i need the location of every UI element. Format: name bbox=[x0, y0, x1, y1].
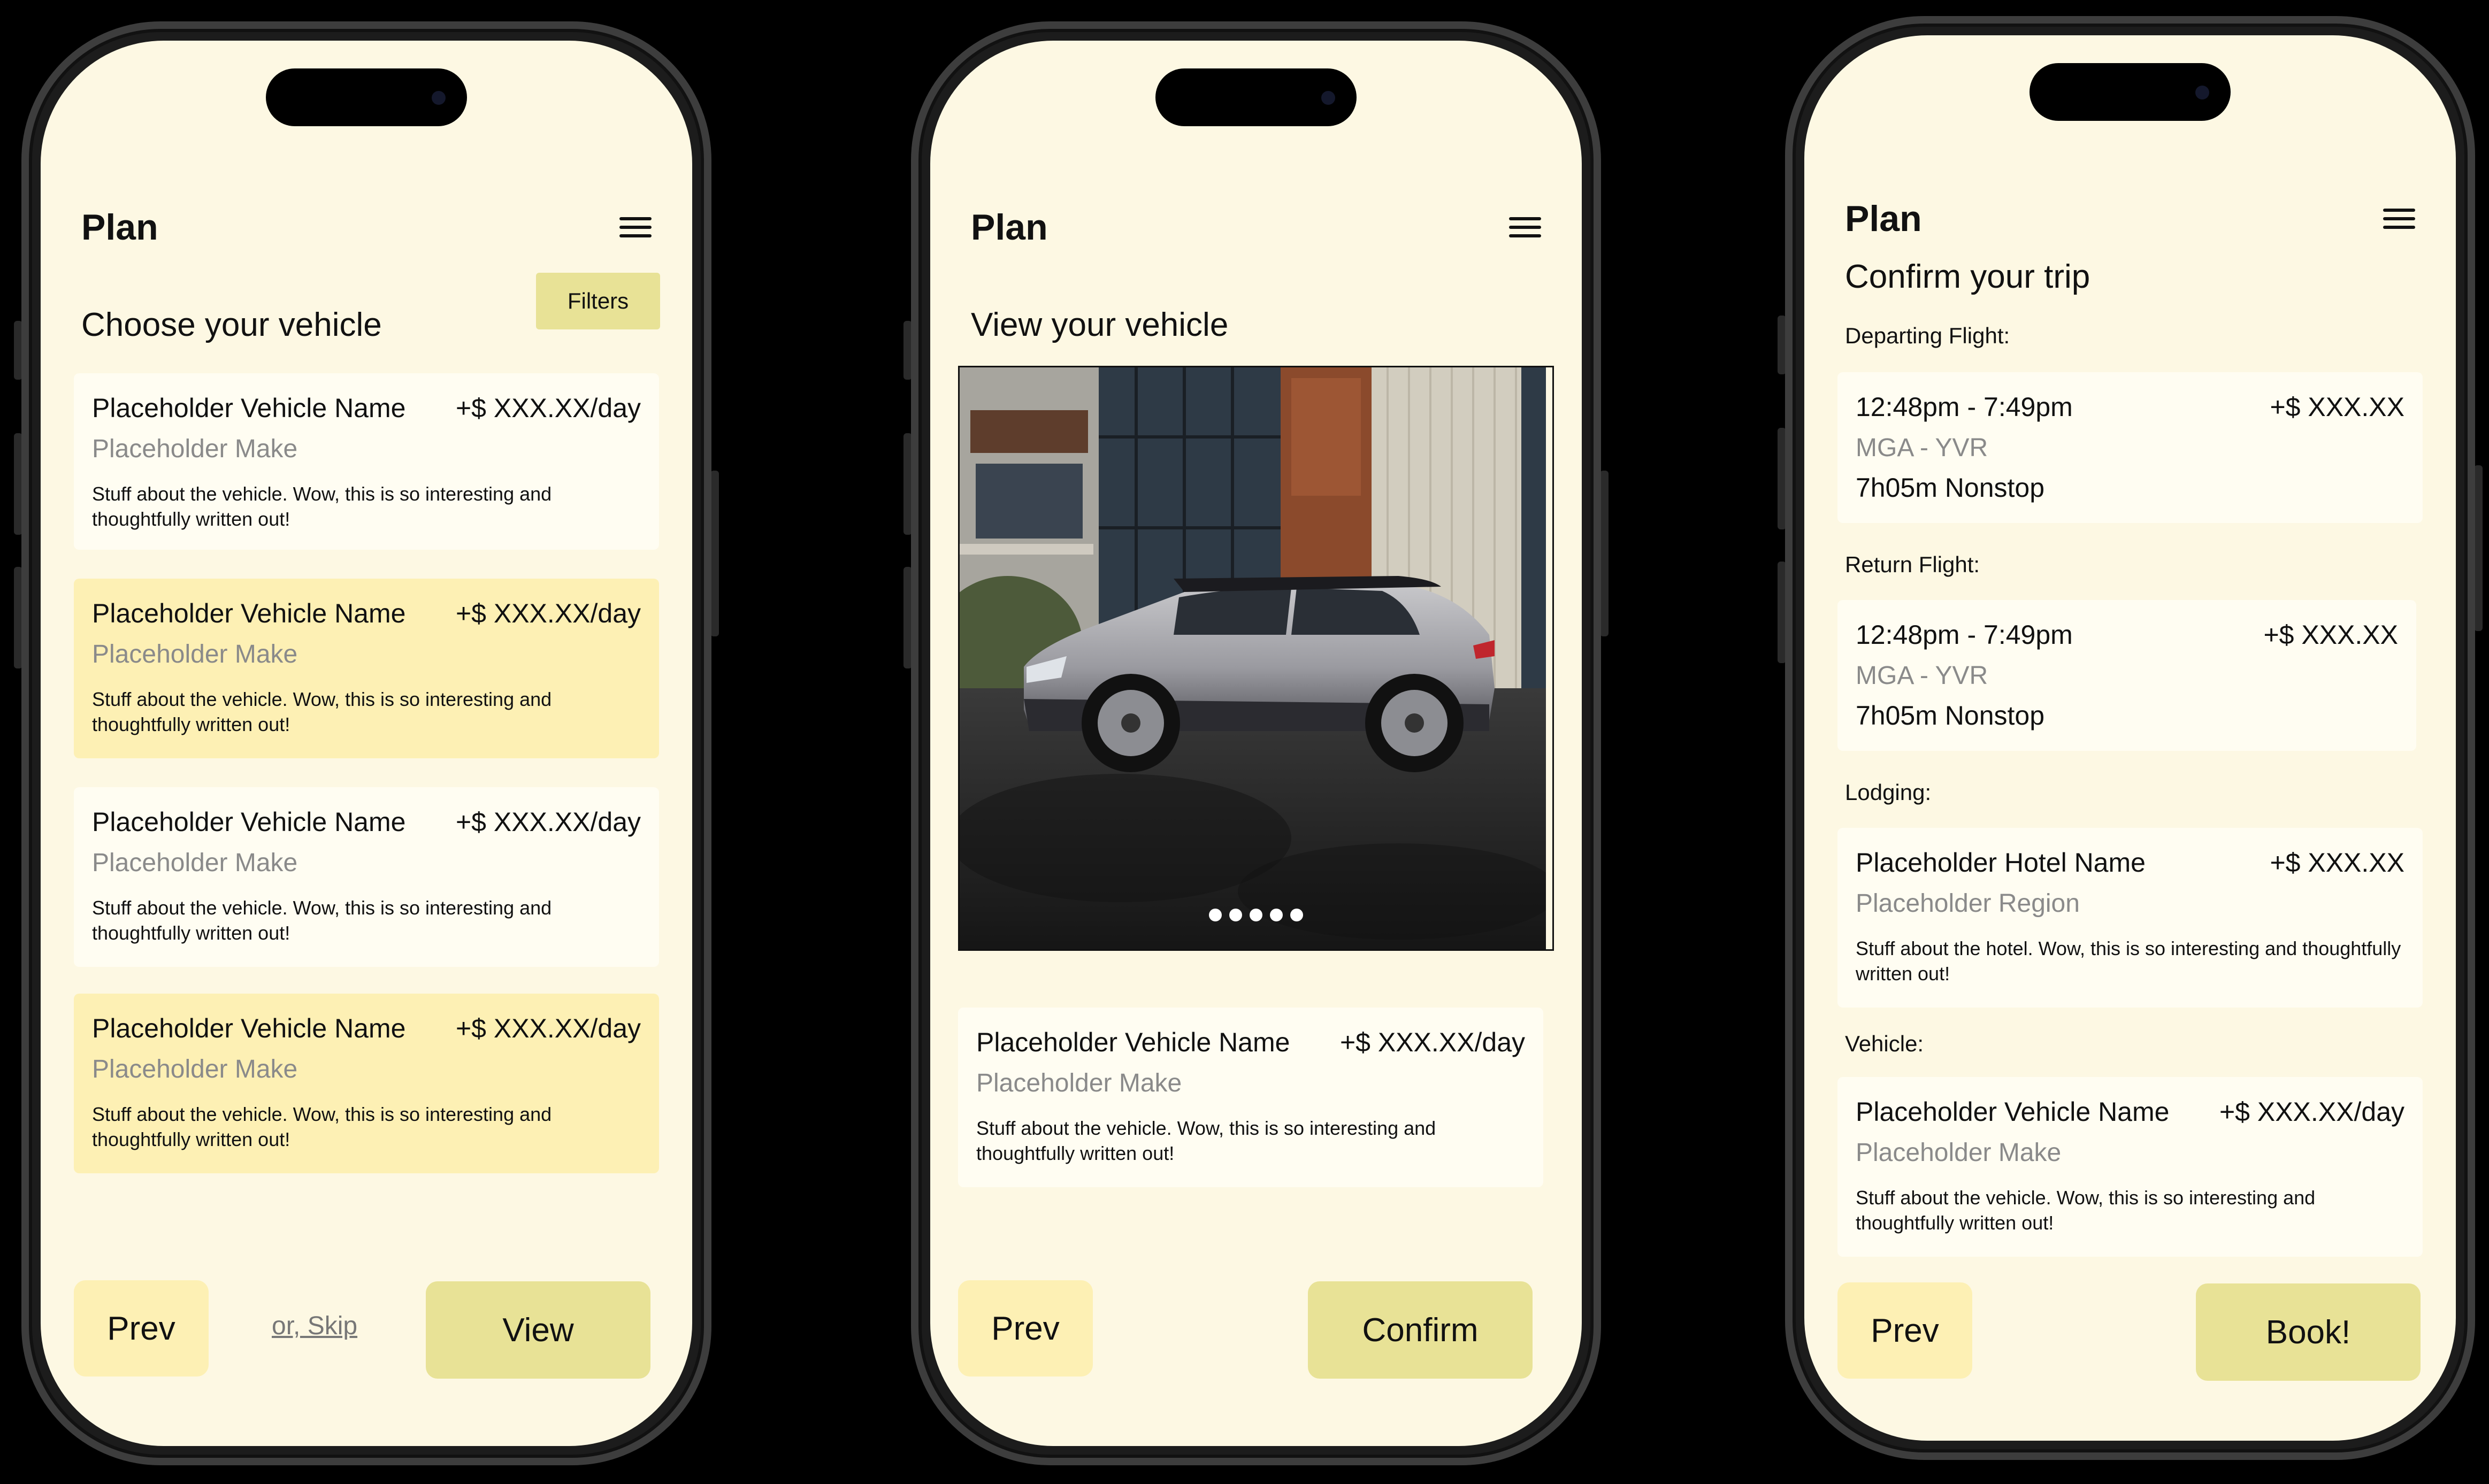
flight-price: +$ XXX.XX bbox=[2270, 392, 2404, 422]
carousel-dot[interactable] bbox=[1229, 909, 1242, 921]
vehicle-name: Placeholder Vehicle Name bbox=[92, 393, 406, 423]
power-button bbox=[1600, 471, 1609, 636]
vehicle-card[interactable]: Placeholder Vehicle Name +$ XXX.XX/day Pl… bbox=[74, 373, 659, 550]
vehicle-card[interactable]: Placeholder Vehicle Name +$ XXX.XX/day Pl… bbox=[74, 787, 659, 967]
carousel-dot[interactable] bbox=[1290, 909, 1303, 921]
screen: Plan Confirm your trip Departing Flight:… bbox=[1804, 35, 2456, 1441]
flight-duration: 7h05m Nonstop bbox=[1856, 473, 2045, 503]
vehicle-description: Stuff about the vehicle. Wow, this is so… bbox=[92, 1103, 552, 1150]
departing-flight-card[interactable]: 12:48pm - 7:49pm +$ XXX.XX MGA - YVR 7h05… bbox=[1837, 372, 2423, 523]
vehicle-description: Stuff about the vehicle. Wow, this is so… bbox=[92, 483, 552, 530]
vehicle-name: Placeholder Vehicle Name bbox=[92, 598, 406, 628]
flight-route: MGA - YVR bbox=[1856, 662, 1988, 690]
power-button bbox=[710, 471, 719, 636]
carousel-dot[interactable] bbox=[1209, 909, 1222, 921]
vehicle-photo bbox=[960, 367, 1552, 949]
vehicle-price: +$ XXX.XX/day bbox=[455, 598, 641, 628]
vehicle-price: +$ XXX.XX/day bbox=[455, 1013, 641, 1043]
vehicle-card[interactable]: Placeholder Vehicle Name +$ XXX.XX/day Pl… bbox=[958, 1008, 1543, 1187]
flight-time: 12:48pm - 7:49pm bbox=[1856, 392, 2073, 422]
confirm-button[interactable]: Confirm bbox=[1308, 1281, 1533, 1379]
vehicle-description: Stuff about the vehicle. Wow, this is so… bbox=[1856, 1187, 2316, 1234]
vehicle-make: Placeholder Make bbox=[1856, 1139, 2062, 1167]
vehicle-price: +$ XXX.XX/day bbox=[2219, 1097, 2404, 1127]
lodging-card[interactable]: Placeholder Hotel Name +$ XXX.XX Placehol… bbox=[1837, 828, 2423, 1008]
vehicle-description: Stuff about the vehicle. Wow, this is so… bbox=[92, 897, 552, 944]
vehicle-label: Vehicle: bbox=[1845, 1031, 1924, 1056]
screen: Plan Choose your vehicle Filters Placeho… bbox=[41, 41, 692, 1446]
app-title: Plan bbox=[81, 207, 158, 248]
hotel-name: Placeholder Hotel Name bbox=[1856, 848, 2146, 878]
menu-icon[interactable] bbox=[619, 215, 652, 240]
power-button bbox=[2474, 465, 2483, 631]
departing-flight-label: Departing Flight: bbox=[1845, 323, 2010, 348]
vehicle-price: +$ XXX.XX/day bbox=[455, 393, 641, 423]
vehicle-card[interactable]: Placeholder Vehicle Name +$ XXX.XX/day Pl… bbox=[74, 579, 659, 758]
page-heading: View your vehicle bbox=[971, 306, 1229, 343]
vehicle-card[interactable]: Placeholder Vehicle Name +$ XXX.XX/day Pl… bbox=[1837, 1077, 2423, 1257]
screen: Plan View your vehicle Placeholder Vehic… bbox=[930, 41, 1582, 1446]
vehicle-name: Placeholder Vehicle Name bbox=[92, 807, 406, 837]
top-bar: Plan bbox=[81, 206, 652, 248]
vehicle-description: Stuff about the vehicle. Wow, this is so… bbox=[92, 688, 552, 735]
carousel-dots[interactable] bbox=[1209, 909, 1303, 921]
phone-view-vehicle: Plan View your vehicle Placeholder Vehic… bbox=[903, 21, 1609, 1465]
vehicle-make: Placeholder Make bbox=[92, 640, 298, 668]
phone-choose-vehicle: Plan Choose your vehicle Filters Placeho… bbox=[14, 21, 719, 1465]
prev-button[interactable]: Prev bbox=[74, 1280, 209, 1377]
book-button[interactable]: Book! bbox=[2196, 1283, 2421, 1381]
prev-button[interactable]: Prev bbox=[958, 1280, 1093, 1377]
dynamic-island bbox=[2030, 63, 2231, 121]
vehicle-price: +$ XXX.XX/day bbox=[455, 807, 641, 837]
vehicle-name: Placeholder Vehicle Name bbox=[92, 1013, 406, 1043]
vehicle-make: Placeholder Make bbox=[92, 1055, 298, 1083]
flight-duration: 7h05m Nonstop bbox=[1856, 701, 2045, 731]
app-title: Plan bbox=[1845, 198, 1922, 239]
top-bar: Plan bbox=[971, 206, 1541, 248]
page-heading: Confirm your trip bbox=[1845, 258, 2090, 295]
phone-confirm-trip: Plan Confirm your trip Departing Flight:… bbox=[1778, 16, 2483, 1460]
flight-time: 12:48pm - 7:49pm bbox=[1856, 620, 2073, 650]
vehicle-make: Placeholder Make bbox=[92, 849, 298, 877]
skip-link[interactable]: or, Skip bbox=[272, 1311, 357, 1341]
vehicle-card[interactable]: Placeholder Vehicle Name +$ XXX.XX/day Pl… bbox=[74, 994, 659, 1173]
view-button[interactable]: View bbox=[426, 1281, 650, 1379]
hotel-region: Placeholder Region bbox=[1856, 889, 2080, 918]
vehicle-make: Placeholder Make bbox=[92, 435, 298, 463]
menu-icon[interactable] bbox=[1509, 215, 1541, 240]
prev-button[interactable]: Prev bbox=[1837, 1282, 1972, 1379]
menu-icon[interactable] bbox=[2383, 206, 2415, 231]
vehicle-name: Placeholder Vehicle Name bbox=[976, 1027, 1290, 1057]
vehicle-price: +$ XXX.XX/day bbox=[1339, 1027, 1525, 1057]
hotel-description: Stuff about the hotel. Wow, this is so i… bbox=[1856, 937, 2401, 985]
top-bar: Plan bbox=[1845, 198, 2415, 240]
carousel-dot[interactable] bbox=[1250, 909, 1262, 921]
dynamic-island bbox=[1155, 68, 1357, 126]
vehicle-description: Stuff about the vehicle. Wow, this is so… bbox=[976, 1117, 1436, 1164]
dynamic-island bbox=[266, 68, 467, 126]
flight-route: MGA - YVR bbox=[1856, 434, 1988, 462]
filters-button[interactable]: Filters bbox=[536, 273, 660, 329]
app-title: Plan bbox=[971, 207, 1048, 248]
vehicle-name: Placeholder Vehicle Name bbox=[1856, 1097, 2170, 1127]
carousel-dot[interactable] bbox=[1270, 909, 1283, 921]
lodging-label: Lodging: bbox=[1845, 780, 1932, 805]
page-heading: Choose your vehicle bbox=[81, 306, 382, 343]
return-flight-label: Return Flight: bbox=[1845, 552, 1980, 577]
hotel-price: +$ XXX.XX bbox=[2270, 848, 2404, 878]
return-flight-card[interactable]: 12:48pm - 7:49pm +$ XXX.XX MGA - YVR 7h05… bbox=[1837, 600, 2416, 751]
vehicle-photo-carousel[interactable] bbox=[958, 366, 1554, 951]
flight-price: +$ XXX.XX bbox=[2263, 620, 2398, 650]
vehicle-make: Placeholder Make bbox=[976, 1069, 1182, 1097]
